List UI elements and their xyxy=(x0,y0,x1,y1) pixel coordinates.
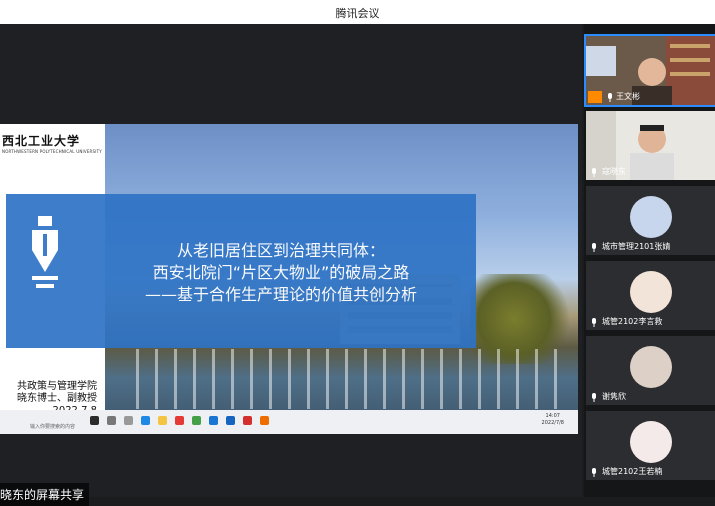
presentation-slide: 西北工业大学 NORTHWESTERN POLYTECHNICAL UNIVER… xyxy=(0,124,578,434)
host-badge-icon xyxy=(588,91,602,103)
participant-tile[interactable]: 寇晓东 xyxy=(586,111,715,180)
avatar xyxy=(630,271,672,313)
participant-name: 城市管理2101张婧 xyxy=(602,242,671,251)
participant-name: 寇晓东 xyxy=(602,167,626,176)
window-titlebar: 腾讯会议 xyxy=(0,0,715,24)
slide-title-line-2: 西安北院门“片区大物业”的破局之路 xyxy=(152,263,410,282)
participant-name: 谢隽欣 xyxy=(602,392,626,401)
microphone-icon xyxy=(592,468,596,477)
windows-start-icon xyxy=(90,416,99,425)
window-title: 腾讯会议 xyxy=(335,7,380,20)
taskbar-icons xyxy=(90,416,269,428)
search-icon xyxy=(107,416,116,425)
slide-title-line-3: ——基于合作生产理论的价值共创分析 xyxy=(144,285,417,304)
slide-title: 从老旧居住区到治理共同体： 西安北院门“片区大物业”的破局之路 ——基于合作生产… xyxy=(96,240,466,306)
task-view-icon xyxy=(124,416,133,425)
screen-share-label: 晓东的屏幕共享 xyxy=(0,483,90,506)
participant-name: 城管2102王若楠 xyxy=(602,467,663,476)
shared-screen-area: 西北工业大学 NORTHWESTERN POLYTECHNICAL UNIVER… xyxy=(0,24,582,506)
university-logo-text: 西北工业大学 xyxy=(2,134,81,148)
title-banner: 从老旧居住区到治理共同体： 西安北院门“片区大物业”的破局之路 ——基于合作生产… xyxy=(6,194,476,348)
fountain-image xyxy=(120,349,570,409)
taskbar-search: 输入你要搜索的内容 xyxy=(30,424,76,430)
microphone-icon xyxy=(592,318,596,327)
chrome-icon xyxy=(175,416,184,425)
university-logo-english: NORTHWESTERN POLYTECHNICAL UNIVERSITY xyxy=(2,149,102,154)
powerpoint-icon xyxy=(260,416,269,425)
clock-date: 2022/7/8 xyxy=(541,420,564,426)
microphone-icon xyxy=(592,393,596,402)
avatar xyxy=(630,196,672,238)
participant-name: 城管2102李言救 xyxy=(602,317,663,326)
participant-tile[interactable]: 王文彬 xyxy=(584,34,715,107)
word-icon xyxy=(226,416,235,425)
avatar xyxy=(630,346,672,388)
participant-list[interactable]: 王文彬 寇晓东 城市管理2101张婧 城管2102李言救 谢隽欣 城管2102王 xyxy=(584,24,715,497)
participant-name: 王文彬 xyxy=(616,92,640,101)
presenter-school: 共政策与管理学院 xyxy=(17,381,97,392)
participant-tile[interactable]: 城管2102王若楠 xyxy=(586,411,715,480)
presenter-name: 晓东博士、副教授 xyxy=(17,393,97,404)
pen-nib-icon xyxy=(32,216,58,288)
taskbar-clock: 14:07 2022/7/8 xyxy=(542,413,564,427)
folder-icon xyxy=(158,416,167,425)
slide-title-line-1: 从老旧居住区到治理共同体： xyxy=(176,241,385,260)
microphone-icon xyxy=(592,168,596,177)
windows-taskbar: 输入你要搜索的内容 14:07 2022/7/8 xyxy=(0,410,578,434)
meeting-app-icon xyxy=(209,416,218,425)
participant-tile[interactable]: 谢隽欣 xyxy=(586,336,715,405)
clock-time: 14:07 xyxy=(545,413,560,419)
wps-icon xyxy=(243,416,252,425)
edge-browser-icon xyxy=(141,416,150,425)
microphone-icon xyxy=(608,93,612,102)
avatar xyxy=(630,421,672,463)
wechat-icon xyxy=(192,416,201,425)
participant-tile[interactable]: 城管2102李言救 xyxy=(586,261,715,330)
microphone-icon xyxy=(592,243,596,252)
participant-tile[interactable]: 城市管理2101张婧 xyxy=(586,186,715,255)
